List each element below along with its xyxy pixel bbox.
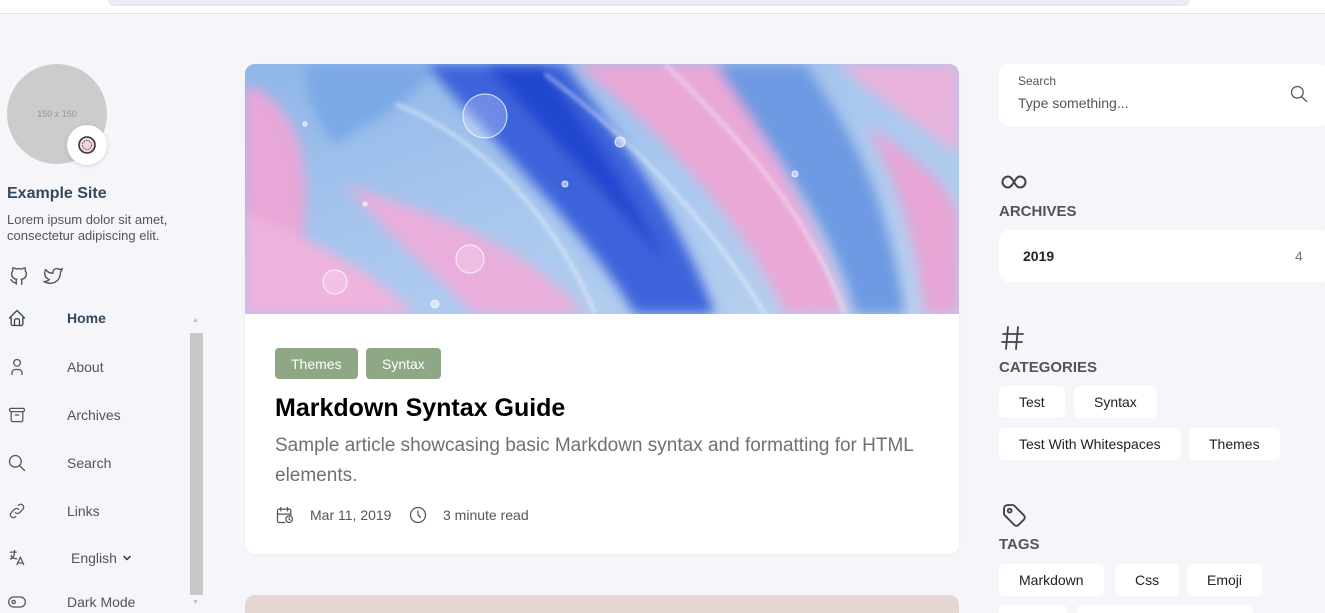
- article-subtitle: Sample article showcasing basic Markdown…: [275, 435, 914, 486]
- language-value: English: [71, 550, 117, 566]
- archive-icon: [7, 405, 27, 425]
- language-select[interactable]: English: [71, 550, 133, 566]
- sidebar-item-label: About: [67, 359, 104, 375]
- category-chip-test[interactable]: Test: [999, 386, 1065, 418]
- article-read-time-text: 3 minute read: [443, 507, 529, 523]
- tags-title: TAGS: [999, 536, 1040, 553]
- top-bar: [0, 0, 1325, 14]
- sidebar-item-label: Archives: [67, 407, 121, 423]
- emoji-badge: [67, 125, 107, 165]
- search-icon: [7, 453, 27, 473]
- sidebar-item-about[interactable]: About: [7, 355, 187, 379]
- avatar-placeholder-text: 150 x 150: [37, 109, 77, 119]
- archives-title: ARCHIVES: [999, 203, 1077, 220]
- category-chip-syntax[interactable]: Syntax: [1074, 386, 1157, 418]
- article-read-time: 3 minute read: [408, 505, 529, 525]
- language-icon: [7, 548, 27, 568]
- article-card[interactable]: Themes Syntax Markdown Syntax Guide Samp…: [245, 64, 959, 554]
- sidebar-item-label: Search: [67, 455, 112, 471]
- sidebar-item-label: Links: [67, 503, 100, 519]
- tag-chip-partial[interactable]: [1077, 605, 1253, 613]
- sidebar-item-label: Home: [67, 310, 106, 326]
- calendar-icon: [276, 506, 294, 524]
- sidebar-item-home[interactable]: Home: [7, 306, 187, 330]
- link-icon: [7, 501, 27, 521]
- categories-title: CATEGORIES: [999, 359, 1098, 376]
- article-title[interactable]: Markdown Syntax Guide: [275, 394, 565, 423]
- github-icon[interactable]: [8, 265, 30, 287]
- home-icon: [7, 308, 27, 328]
- archive-item-2019[interactable]: 2019 4: [999, 230, 1325, 282]
- sidebar-item-links[interactable]: Links: [7, 499, 187, 523]
- tag-chip-markdown[interactable]: Markdown: [999, 564, 1104, 596]
- emoji-icon: [78, 136, 96, 154]
- search-submit-button[interactable]: [1289, 84, 1309, 104]
- sidebar-item-archives[interactable]: Archives: [7, 403, 187, 427]
- tag-chip-emoji[interactable]: Emoji: [1187, 564, 1263, 596]
- site-description: Lorem ipsum dolor sit amet, consectetur …: [7, 212, 168, 243]
- sidebar-scrollbar-thumb[interactable]: [190, 333, 203, 595]
- site-name[interactable]: Example Site: [7, 185, 107, 203]
- toggle-icon: [7, 592, 27, 612]
- sidebar-item-search[interactable]: Search: [7, 451, 187, 475]
- article-cover-image[interactable]: [245, 64, 959, 314]
- category-chip-test-with-whitespaces[interactable]: Test With Whitespaces: [999, 428, 1181, 460]
- user-icon: [7, 357, 27, 377]
- tag-icon: [1003, 504, 1026, 527]
- search-icon: [1290, 85, 1308, 103]
- scroll-up-arrow[interactable]: ▲: [192, 317, 199, 324]
- archive-count: 4: [1295, 248, 1303, 264]
- category-tag-syntax[interactable]: Syntax: [366, 348, 441, 379]
- top-search-bar[interactable]: [108, 0, 1190, 6]
- clock-icon: [409, 506, 427, 524]
- article-date-text: Mar 11, 2019: [310, 507, 392, 523]
- infinity-icon: [1001, 175, 1027, 189]
- twitter-icon[interactable]: [42, 265, 64, 287]
- dark-mode-label: Dark Mode: [67, 594, 136, 610]
- search-input[interactable]: [1018, 93, 1268, 113]
- dark-mode-toggle[interactable]: Dark Mode: [7, 590, 187, 613]
- hash-icon: [1001, 326, 1024, 350]
- chevron-down-icon: [123, 555, 131, 561]
- category-chip-themes[interactable]: Themes: [1189, 428, 1280, 460]
- language-selector[interactable]: English: [7, 546, 187, 570]
- scroll-down-arrow[interactable]: ▼: [192, 599, 199, 606]
- article-date: Mar 11, 2019: [275, 505, 391, 525]
- archive-year: 2019: [1023, 248, 1055, 264]
- category-tag-themes[interactable]: Themes: [275, 348, 358, 379]
- search-widget: Search: [999, 64, 1325, 126]
- search-label: Search: [1018, 74, 1057, 88]
- tag-chip-partial[interactable]: [999, 605, 1067, 613]
- tag-chip-css[interactable]: Css: [1115, 564, 1180, 596]
- next-article-card[interactable]: [245, 595, 959, 613]
